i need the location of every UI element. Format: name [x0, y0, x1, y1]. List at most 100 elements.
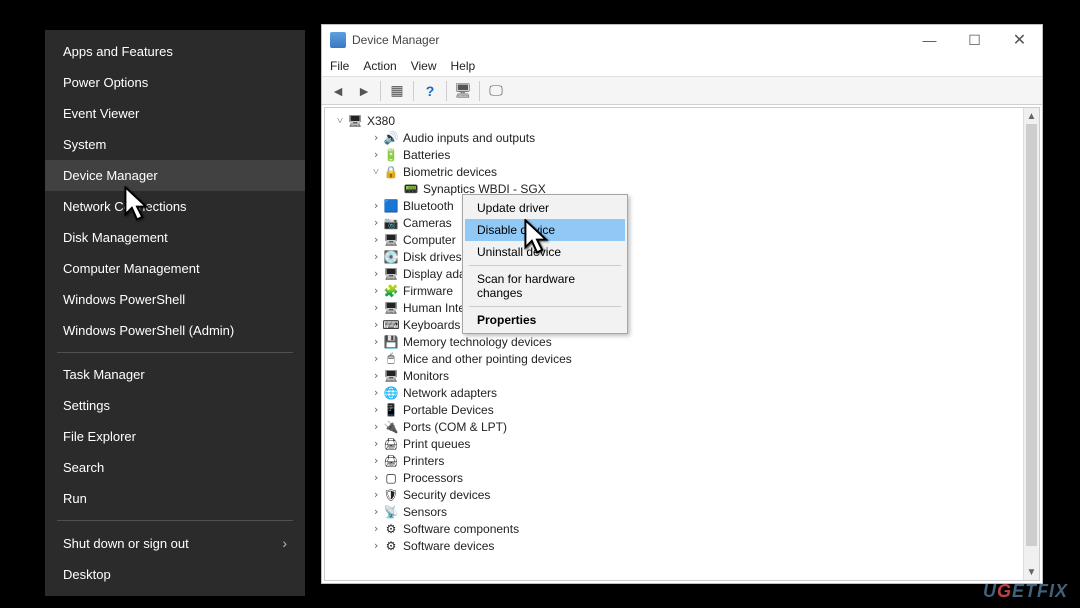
device-category-node[interactable]: ›⚙Software components: [325, 520, 1039, 537]
device-category-node[interactable]: ›🖱Mice and other pointing devices: [325, 350, 1039, 367]
expand-icon[interactable]: ›: [369, 505, 383, 518]
device-category-node[interactable]: ›🔌Ports (COM & LPT): [325, 418, 1039, 435]
scan-hardware-button[interactable]: 🖥: [451, 80, 475, 102]
power-menu-item[interactable]: Task Manager: [45, 359, 305, 390]
device-category-node[interactable]: ›📡Sensors: [325, 503, 1039, 520]
device-node[interactable]: 📟Synaptics WBDI - SGX: [325, 180, 1039, 197]
device-category-node[interactable]: ˅🔒Biometric devices: [325, 163, 1039, 180]
device-category-node[interactable]: ›📷Cameras: [325, 214, 1039, 231]
device-category-node[interactable]: ›🖨Print queues: [325, 435, 1039, 452]
device-category-node[interactable]: ›🛡Security devices: [325, 486, 1039, 503]
device-category-node[interactable]: ›🖥Monitors: [325, 367, 1039, 384]
device-category-node[interactable]: ›⚙Software devices: [325, 537, 1039, 554]
menu-separator: [57, 352, 293, 353]
device-category-node[interactable]: ›🖥Display adapters: [325, 265, 1039, 282]
context-menu-item[interactable]: Uninstall device: [465, 241, 625, 263]
device-icon: 🖥: [383, 300, 399, 316]
menu-action[interactable]: Action: [363, 59, 396, 73]
back-button[interactable]: ◄: [326, 80, 350, 102]
device-icon: 📱: [383, 402, 399, 418]
scroll-up-arrow[interactable]: ▲: [1024, 108, 1039, 124]
power-menu-item[interactable]: System: [45, 129, 305, 160]
view-button[interactable]: 🖵: [484, 80, 508, 102]
power-menu-item[interactable]: File Explorer: [45, 421, 305, 452]
power-menu-item[interactable]: Network Connections: [45, 191, 305, 222]
device-category-node[interactable]: ›⌨Keyboards: [325, 316, 1039, 333]
menu-help[interactable]: Help: [451, 59, 476, 73]
expand-icon[interactable]: ›: [369, 471, 383, 484]
device-category-node[interactable]: ›🧩Firmware: [325, 282, 1039, 299]
device-icon: 🔋: [383, 147, 399, 163]
expand-icon[interactable]: ›: [369, 335, 383, 348]
expand-icon[interactable]: ›: [369, 199, 383, 212]
device-label: Portable Devices: [403, 403, 494, 417]
power-menu-item[interactable]: Search: [45, 452, 305, 483]
scroll-down-arrow[interactable]: ▼: [1024, 564, 1039, 580]
power-menu-item[interactable]: Shut down or sign out›: [45, 527, 305, 559]
expand-icon[interactable]: ›: [369, 216, 383, 229]
menu-file[interactable]: File: [330, 59, 349, 73]
device-category-node[interactable]: ›🔊Audio inputs and outputs: [325, 129, 1039, 146]
collapse-icon[interactable]: ˅: [333, 114, 347, 127]
expand-icon[interactable]: ›: [369, 301, 383, 314]
collapse-icon[interactable]: ˅: [369, 165, 383, 178]
expand-icon[interactable]: ›: [369, 250, 383, 263]
expand-icon[interactable]: ›: [369, 420, 383, 433]
close-button[interactable]: ✕: [997, 25, 1042, 55]
power-menu-item[interactable]: Windows PowerShell (Admin): [45, 315, 305, 346]
forward-button[interactable]: ►: [352, 80, 376, 102]
expand-icon[interactable]: ›: [369, 352, 383, 365]
expand-icon[interactable]: ›: [369, 386, 383, 399]
expand-icon[interactable]: ›: [369, 437, 383, 450]
show-hide-tree-button[interactable]: ▦: [385, 80, 409, 102]
expand-icon[interactable]: ›: [369, 403, 383, 416]
power-menu-item[interactable]: Computer Management: [45, 253, 305, 284]
expand-icon[interactable]: ›: [369, 488, 383, 501]
menu-view[interactable]: View: [411, 59, 437, 73]
expand-icon[interactable]: ›: [369, 148, 383, 161]
root-computer-node[interactable]: ˅🖥X380: [325, 112, 1039, 129]
power-menu-item[interactable]: Power Options: [45, 67, 305, 98]
power-menu-item[interactable]: Run: [45, 483, 305, 514]
device-category-node[interactable]: ›🖨Printers: [325, 452, 1039, 469]
context-menu-item[interactable]: Properties: [465, 309, 625, 331]
power-menu-item[interactable]: Disk Management: [45, 222, 305, 253]
power-menu-item[interactable]: Settings: [45, 390, 305, 421]
device-category-node[interactable]: ›🔋Batteries: [325, 146, 1039, 163]
device-tree[interactable]: ˅🖥X380›🔊Audio inputs and outputs›🔋Batter…: [324, 107, 1040, 581]
device-category-node[interactable]: ›🌐Network adapters: [325, 384, 1039, 401]
expand-icon[interactable]: ›: [369, 539, 383, 552]
maximize-button[interactable]: ☐: [952, 25, 997, 55]
power-menu-item[interactable]: Desktop: [45, 559, 305, 590]
context-menu-item[interactable]: Disable device: [465, 219, 625, 241]
device-category-node[interactable]: ›🖥Human Interface Devices: [325, 299, 1039, 316]
title-bar[interactable]: Device Manager — ☐ ✕: [322, 25, 1042, 55]
context-menu-item[interactable]: Update driver: [465, 197, 625, 219]
device-category-node[interactable]: ›▢Processors: [325, 469, 1039, 486]
expand-icon[interactable]: ›: [369, 369, 383, 382]
winx-power-menu: Apps and FeaturesPower OptionsEvent View…: [45, 30, 305, 596]
device-category-node[interactable]: ›💽Disk drives: [325, 248, 1039, 265]
scroll-thumb[interactable]: [1026, 124, 1037, 546]
vertical-scrollbar[interactable]: ▲ ▼: [1023, 108, 1039, 580]
help-button[interactable]: ?: [418, 80, 442, 102]
expand-icon[interactable]: ›: [369, 267, 383, 280]
device-category-node[interactable]: ›💾Memory technology devices: [325, 333, 1039, 350]
expand-icon[interactable]: ›: [369, 454, 383, 467]
context-menu-separator: [469, 306, 621, 307]
power-menu-item[interactable]: Event Viewer: [45, 98, 305, 129]
device-label: Cameras: [403, 216, 452, 230]
expand-icon[interactable]: ›: [369, 318, 383, 331]
expand-icon[interactable]: ›: [369, 522, 383, 535]
minimize-button[interactable]: —: [907, 25, 952, 55]
device-category-node[interactable]: ›🖥Computer: [325, 231, 1039, 248]
power-menu-item[interactable]: Windows PowerShell: [45, 284, 305, 315]
power-menu-item[interactable]: Device Manager: [45, 160, 305, 191]
expand-icon[interactable]: ›: [369, 284, 383, 297]
device-category-node[interactable]: ›🟦Bluetooth: [325, 197, 1039, 214]
expand-icon[interactable]: ›: [369, 233, 383, 246]
expand-icon[interactable]: ›: [369, 131, 383, 144]
context-menu-item[interactable]: Scan for hardware changes: [465, 268, 625, 304]
power-menu-item[interactable]: Apps and Features: [45, 36, 305, 67]
device-category-node[interactable]: ›📱 Portable Devices: [325, 401, 1039, 418]
